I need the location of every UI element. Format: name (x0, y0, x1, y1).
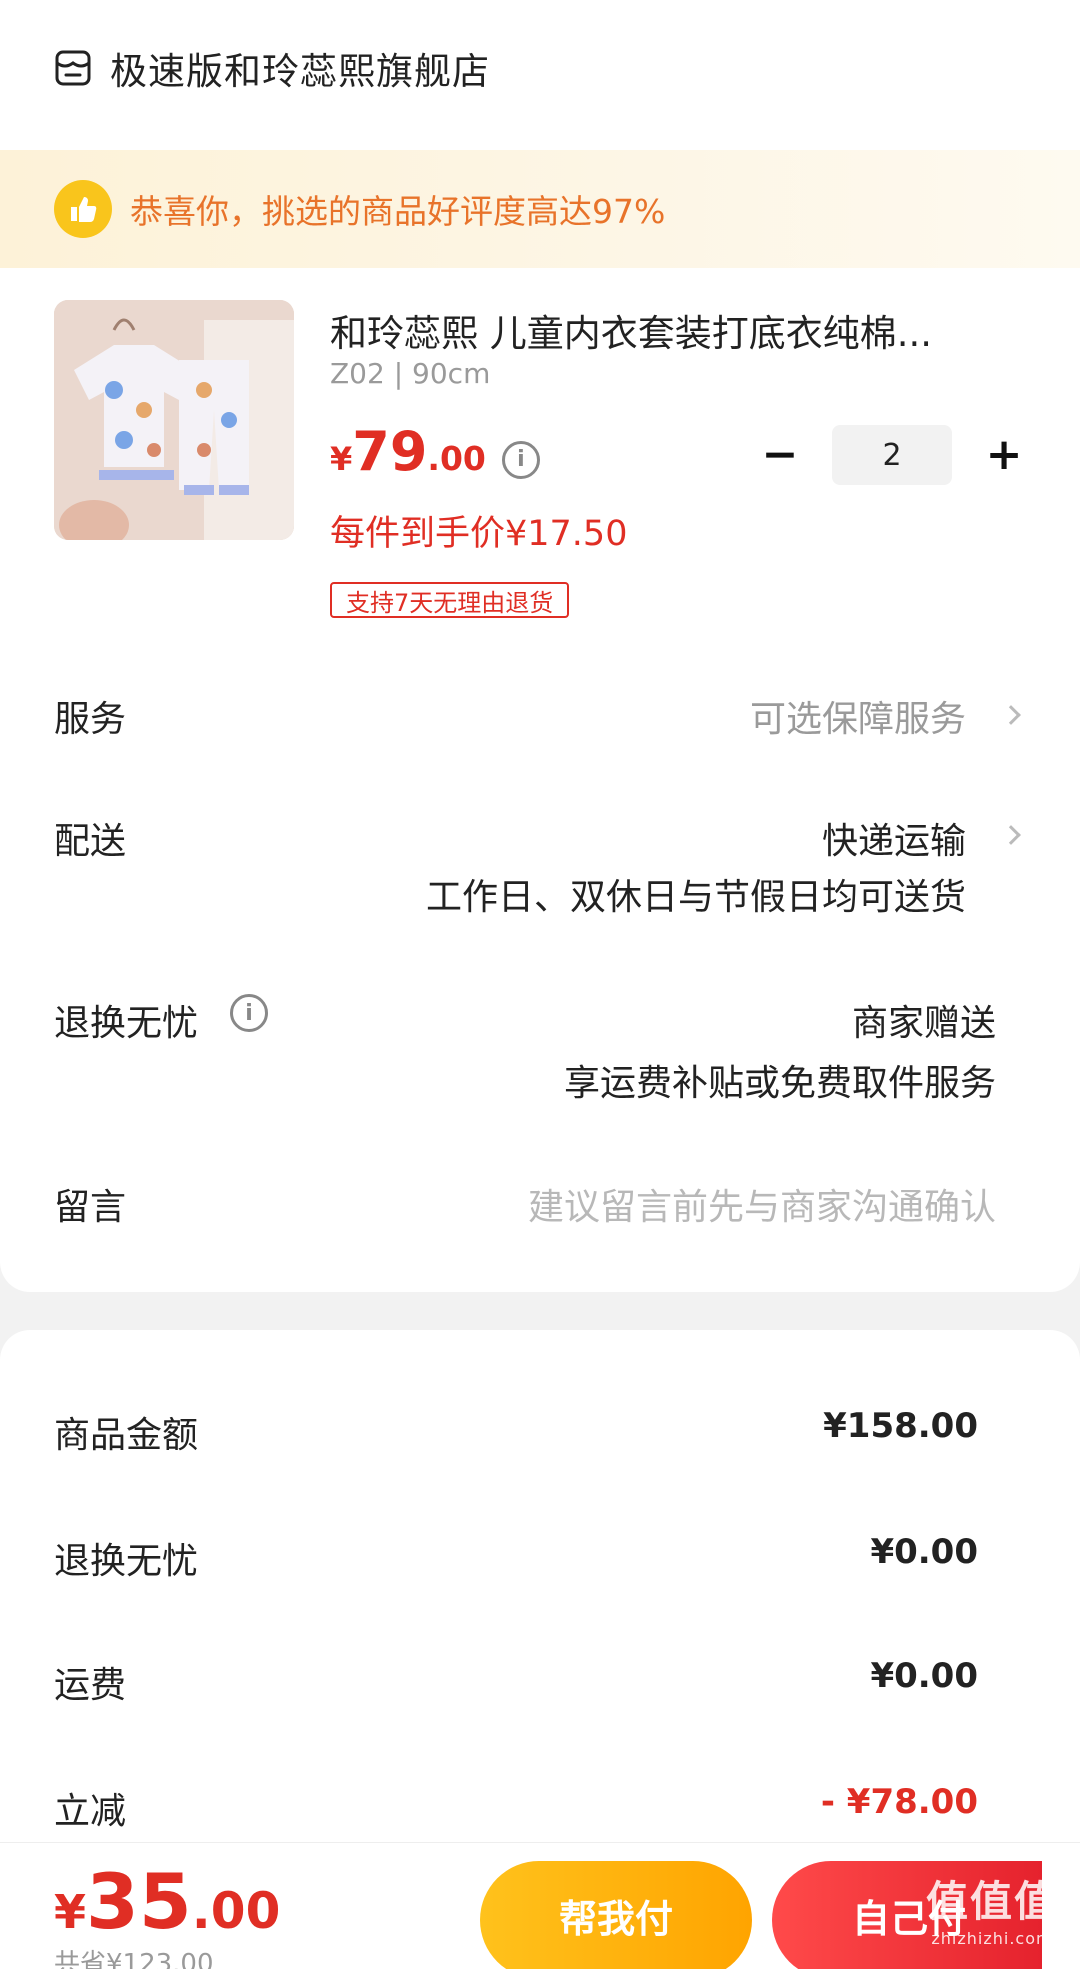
info-icon[interactable]: i (501, 440, 540, 479)
return-label: 退换无忧 (54, 1003, 199, 1044)
shop-header[interactable]: 极速版和玲蕊熙旗舰店 (54, 40, 490, 96)
total-currency: ¥ (54, 1885, 87, 1939)
quantity-stepper: − 2 + (758, 425, 1026, 485)
discount-label: 立减 (54, 1791, 127, 1832)
delivery-note: 工作日、双休日与节假日均可送货 (425, 877, 966, 918)
chevron-right-icon[interactable] (1001, 705, 1021, 725)
thumbs-up-icon (54, 180, 112, 238)
rating-banner: 恭喜你，挑选的商品好评度高达97% (0, 150, 1080, 268)
product-price: ¥ 79 .00 i (330, 420, 540, 483)
goods-amount-value: ¥158.00 (823, 1406, 978, 1446)
return-note: 享运费补贴或免费取件服务 (563, 1063, 996, 1104)
watermark-url: zhizhizhi.com (931, 1929, 1053, 1948)
unit-price: 每件到手价¥17.50 (330, 514, 628, 554)
price-decimal: .00 (427, 439, 486, 478)
product-spec[interactable]: Z02 | 90cm (330, 357, 490, 390)
goods-amount-label: 商品金额 (54, 1415, 199, 1456)
watermark-logo: 值值值 (925, 1877, 1058, 1926)
increase-quantity-button[interactable]: + (982, 433, 1026, 477)
banner-text: 恭喜你，挑选的商品好评度高达97% (130, 192, 666, 231)
message-input[interactable]: 建议留言前先与商家沟通确认 (528, 1178, 996, 1230)
service-label: 服务 (54, 699, 127, 740)
checkout-bar: ¥ 35 .00 共省¥123.00 帮我付 自己付 (0, 1842, 1080, 1969)
quantity-input[interactable]: 2 (832, 425, 952, 485)
info-icon[interactable]: i (230, 994, 268, 1032)
product-image[interactable] (54, 300, 294, 540)
delivery-value[interactable]: 快递运输 (822, 812, 966, 864)
total-price: ¥ 35 .00 (54, 1857, 280, 1946)
delivery-label: 配送 (54, 821, 127, 862)
return-fee-label: 退换无忧 (54, 1541, 199, 1582)
shipping-value: ¥0.00 (870, 1656, 978, 1696)
decrease-quantity-button[interactable]: − (758, 433, 802, 477)
shop-name: 极速版和玲蕊熙旗舰店 (110, 50, 490, 93)
discount-value: - ¥78.00 (820, 1782, 978, 1822)
return-policy-tag: 支持7天无理由退货 (330, 582, 570, 618)
message-label: 留言 (54, 1187, 127, 1228)
total-decimal: .00 (191, 1882, 281, 1940)
price-currency: ¥ (330, 440, 353, 478)
return-fee-value: ¥0.00 (870, 1532, 978, 1572)
order-card: 极速版和玲蕊熙旗舰店 恭喜你，挑选的商品好评度高达97% 和玲蕊熙 儿童内衣套装… (0, 0, 1080, 1292)
chevron-right-icon[interactable] (1001, 825, 1021, 845)
return-value: 商家赠送 (851, 1003, 996, 1044)
store-icon (55, 50, 91, 86)
price-integer: 79 (352, 420, 428, 483)
service-value[interactable]: 可选保障服务 (750, 690, 966, 742)
shipping-label: 运费 (54, 1665, 127, 1706)
saved-amount: 共省¥123.00 (54, 1949, 214, 1969)
friend-pay-button[interactable]: 帮我付 (480, 1861, 752, 1969)
total-integer: 35 (86, 1857, 192, 1946)
watermark: 值值值 zhizhizhi.com (926, 1868, 1058, 1948)
product-title[interactable]: 和玲蕊熙 儿童内衣套装打底衣纯棉... (330, 303, 970, 357)
